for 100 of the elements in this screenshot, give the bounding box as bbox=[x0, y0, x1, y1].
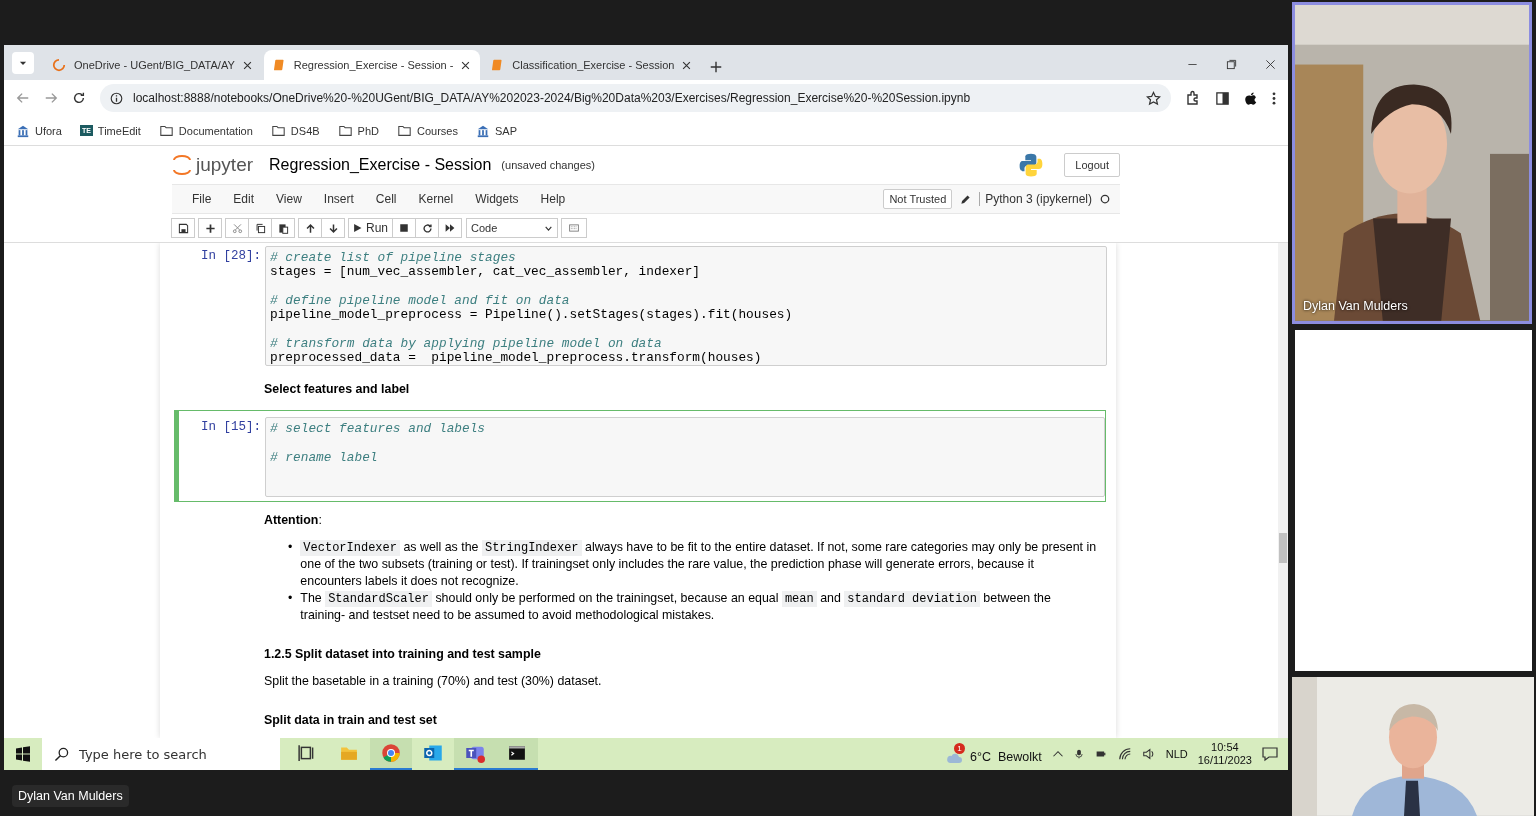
microphone-icon[interactable] bbox=[1073, 747, 1084, 761]
pencil-icon[interactable] bbox=[960, 193, 972, 205]
menu-item[interactable]: File bbox=[182, 192, 224, 206]
browser-tab[interactable]: Regression_Exercise - Session - bbox=[263, 50, 481, 80]
windows-start-icon[interactable] bbox=[15, 746, 31, 762]
bookmark[interactable]: PhD bbox=[337, 124, 379, 137]
arrow-down-icon bbox=[327, 222, 339, 234]
python-logo-icon bbox=[1018, 152, 1045, 178]
more-icon[interactable] bbox=[1272, 90, 1276, 106]
menu-item[interactable]: View bbox=[266, 192, 314, 206]
bookmark[interactable]: Documentation bbox=[158, 124, 253, 137]
bookmark[interactable]: Ufora bbox=[16, 123, 62, 138]
menu-item[interactable]: Widgets bbox=[465, 192, 531, 206]
notifications-icon[interactable] bbox=[1262, 746, 1278, 762]
mail-icon bbox=[423, 743, 443, 763]
kernel-name[interactable]: Python 3 (ipykernel) bbox=[979, 192, 1092, 206]
arrow-up-icon bbox=[304, 222, 316, 234]
code-comment: # transform data by applying pipeline model on data bbox=[270, 336, 662, 352]
star-icon[interactable] bbox=[1146, 90, 1161, 106]
fast-forward-icon bbox=[444, 223, 456, 233]
bookmark[interactable]: SAP bbox=[476, 123, 517, 138]
code-comment: # rename label bbox=[270, 450, 378, 466]
side-panel-icon[interactable] bbox=[1215, 90, 1230, 106]
forward-icon[interactable] bbox=[44, 91, 58, 105]
logout-button[interactable]: Logout bbox=[1064, 153, 1120, 177]
section-heading: 1.2.5 Split dataset into training and test sample bbox=[264, 646, 542, 664]
speaker-icon[interactable] bbox=[1141, 747, 1156, 761]
cell-type-dropdown[interactable]: Code bbox=[466, 218, 558, 238]
menu-item[interactable]: Edit bbox=[223, 192, 267, 206]
back-icon[interactable] bbox=[16, 91, 30, 105]
bullet: • bbox=[288, 590, 293, 608]
trust-button[interactable]: Not Trusted bbox=[883, 189, 953, 209]
notebook-title[interactable]: Regression_Exercise - Session bbox=[269, 156, 492, 174]
scissors-icon bbox=[231, 222, 243, 234]
keyboard-button[interactable] bbox=[561, 218, 587, 238]
bullet-item-text: VectorIndexer as well as the StringIndexer always have to be fit to the entire dataset. If not, some rare categories may only be present in one of the two subsets (training or test). If trainingset only includes the rare value, the prediction phase will generate errors, because it encounters labels it does not recognize. bbox=[300, 539, 1098, 591]
copy-button[interactable] bbox=[248, 218, 272, 238]
apple-icon[interactable] bbox=[1244, 90, 1258, 106]
close-icon bbox=[461, 60, 471, 70]
taskbar-app[interactable] bbox=[496, 738, 538, 770]
ring-icon bbox=[172, 153, 192, 177]
extensions-icon[interactable] bbox=[1185, 90, 1201, 106]
spinner-icon bbox=[52, 58, 66, 72]
paragraph: Attention: bbox=[264, 512, 323, 530]
bookmark[interactable]: DS4B bbox=[270, 124, 320, 137]
code-input[interactable]: # select features and labels # rename label bbox=[265, 417, 1105, 498]
plus-icon bbox=[204, 222, 216, 234]
section-label: Select features and label bbox=[264, 381, 411, 399]
section-heading: Split data in train and test set bbox=[264, 712, 438, 730]
menu-item[interactable]: Kernel bbox=[408, 192, 466, 206]
run-all-button[interactable] bbox=[438, 218, 462, 238]
menu-item[interactable]: Cell bbox=[365, 192, 409, 206]
menu-item[interactable]: Help bbox=[530, 192, 578, 206]
code-comment: # create list of pipeline stages bbox=[270, 251, 516, 266]
weather-widget[interactable]: 1 6°C Bewolkt bbox=[944, 743, 1042, 765]
folder-icon bbox=[270, 124, 286, 137]
restart-button[interactable] bbox=[415, 218, 439, 238]
paste-button[interactable] bbox=[271, 218, 295, 238]
copy-icon bbox=[254, 222, 266, 234]
reload-icon[interactable] bbox=[72, 91, 86, 105]
paragraph: Split the basetable in a training (70%) and test (30%) dataset. bbox=[264, 673, 603, 691]
clock[interactable]: 10:54 16/11/2023 bbox=[1197, 741, 1252, 767]
move-down-button[interactable] bbox=[321, 218, 345, 238]
taskbar-search-field[interactable]: Type here to search bbox=[42, 738, 280, 770]
wifi-icon[interactable] bbox=[1117, 747, 1132, 761]
jupyter-logo[interactable]: jupyter bbox=[172, 153, 254, 177]
scrollbar[interactable] bbox=[1278, 243, 1288, 738]
bullet: • bbox=[288, 539, 293, 557]
selected-cell[interactable]: In [15]: # select features and labels # rename label bbox=[174, 410, 1106, 503]
close-icon[interactable] bbox=[1265, 59, 1276, 70]
folder-icon bbox=[337, 124, 353, 137]
keyboard-icon bbox=[567, 223, 581, 233]
browser-tab[interactable]: OneDrive - UGent/BIG_DATA/AY bbox=[42, 50, 262, 80]
folder-icon bbox=[397, 124, 412, 137]
stop-icon bbox=[399, 223, 409, 233]
input-language[interactable]: NLD bbox=[1165, 748, 1188, 760]
save-button[interactable] bbox=[171, 218, 195, 238]
run-button[interactable]: Run bbox=[348, 218, 393, 238]
search-icon bbox=[54, 746, 69, 762]
browser-tab[interactable]: Classification_Exercise - Session bbox=[482, 50, 702, 80]
address-bar[interactable]: localhost:8888/notebooks/OneDrive%20-%20UGent/BIG_DATA/AY%202023-2024/Big%20Data%203/Exercises/Regression_Exercise%20-%20Session.ipynb bbox=[100, 84, 1171, 112]
menu-item[interactable]: Insert bbox=[313, 192, 366, 206]
insert-cell-button[interactable] bbox=[198, 218, 222, 238]
terminal-icon bbox=[507, 744, 527, 762]
cell-prompt: In [28]: bbox=[200, 248, 262, 265]
folder-icon bbox=[158, 124, 174, 137]
close-icon bbox=[242, 60, 252, 70]
kernel-idle-icon bbox=[1100, 194, 1110, 204]
code-comment: # select features and labels bbox=[270, 422, 486, 437]
site-icon bbox=[476, 123, 490, 138]
participant-name: Dylan Van Mulders bbox=[1303, 298, 1408, 313]
restore-icon[interactable] bbox=[1226, 59, 1237, 70]
stop-button[interactable] bbox=[392, 218, 416, 238]
code-line: preprocessed_data = pipeline_model_preprocess.transform(houses) bbox=[270, 351, 762, 366]
bookmark[interactable]: Courses bbox=[397, 124, 458, 137]
code-line: stages = [num_vec_assembler, cat_vec_assembler, indexer] bbox=[270, 265, 701, 280]
task-view-icon bbox=[298, 744, 316, 762]
close-icon bbox=[682, 60, 692, 70]
move-up-button[interactable] bbox=[298, 218, 322, 238]
new-tab-icon[interactable] bbox=[709, 60, 724, 74]
